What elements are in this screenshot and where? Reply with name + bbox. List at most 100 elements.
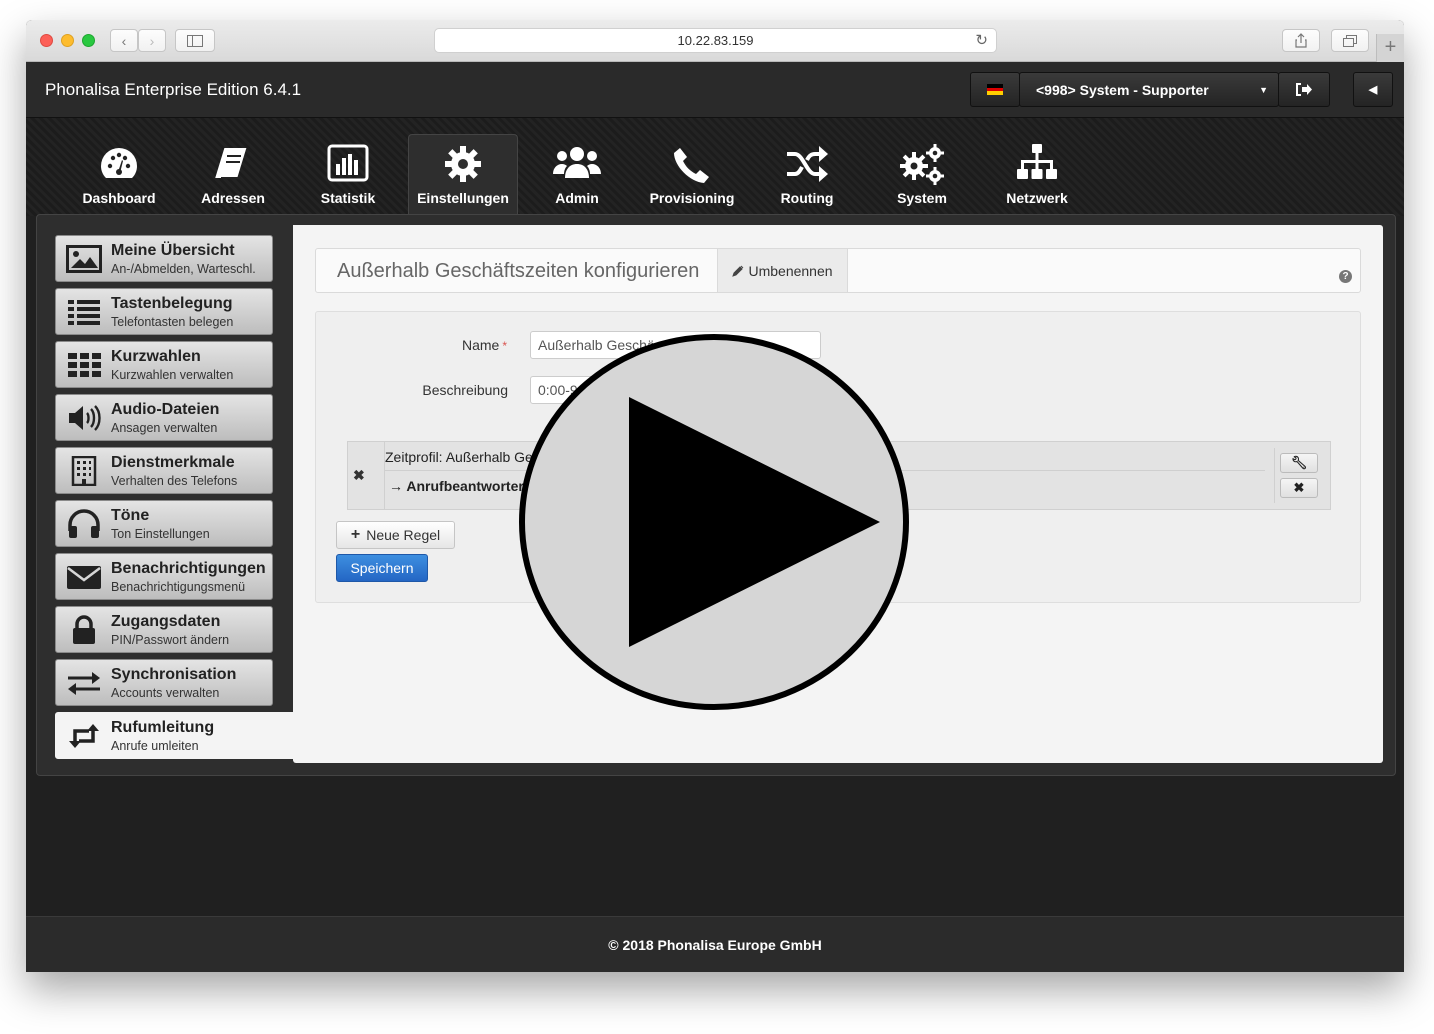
nav-label: Adressen xyxy=(201,190,265,206)
sidebar-item-title: Kurzwahlen xyxy=(111,348,201,365)
envelope-icon xyxy=(67,566,101,589)
nav-system[interactable]: System xyxy=(867,134,977,216)
sidebar-item-dienstmerkmale[interactable]: Dienstmerkmale Verhalten des Telefons xyxy=(55,447,273,494)
browser-toolbar: ‹ › 10.22.83.159 ↻ + xyxy=(26,20,1404,62)
sidebar-item-title: Töne xyxy=(111,507,150,524)
sidebar-item-kurzwahlen[interactable]: Kurzwahlen Kurzwahlen verwalten xyxy=(55,341,273,388)
rule-action: → Anrufbeantworter xyxy=(389,478,524,494)
language-button[interactable] xyxy=(970,72,1020,107)
description-label: Beschreibung xyxy=(422,382,508,398)
sidebar-item-toene[interactable]: Töne Ton Einstellungen xyxy=(55,500,273,547)
sidebar-item-title: Rufumleitung xyxy=(111,719,215,736)
retweet-icon xyxy=(69,724,99,748)
tabs-overview-button[interactable] xyxy=(1331,29,1369,52)
delete-rule-button[interactable]: ✖ xyxy=(1280,478,1318,498)
exchange-icon xyxy=(68,672,100,695)
sidebar-item-rufumleitung[interactable]: Rufumleitung Anrufe umleiten xyxy=(55,712,293,759)
dashboard-icon xyxy=(101,148,137,178)
sidebar-item-subtitle: PIN/Passwort ändern xyxy=(111,633,230,647)
reload-icon[interactable]: ↻ xyxy=(975,29,988,53)
zoom-window-button[interactable] xyxy=(82,34,95,47)
chevron-right-icon: › xyxy=(149,32,155,49)
sidebar-item-title: Benachrichtigungen xyxy=(111,560,266,577)
new-rule-label: Neue Regel xyxy=(366,527,441,543)
name-label-text: Name xyxy=(461,337,500,353)
help-icon[interactable]: ? xyxy=(1339,270,1352,283)
plus-icon: + xyxy=(1384,36,1397,58)
play-video-icon[interactable] xyxy=(517,333,911,711)
nav-netzwerk[interactable]: Netzwerk xyxy=(982,134,1092,216)
sidebar-item-title: Zugangsdaten xyxy=(111,613,221,630)
back-button[interactable]: ‹ xyxy=(110,29,138,52)
sidebar-item-meine-uebersicht[interactable]: Meine Übersicht An-/Abmelden, Warteschl. xyxy=(55,235,273,282)
logout-button[interactable] xyxy=(1278,72,1330,107)
sidebar-item-benachrichtigungen[interactable]: Benachrichtigungen Benachrichtigungsmenü xyxy=(55,553,273,600)
nav-label: Netzwerk xyxy=(1006,190,1068,206)
list-icon xyxy=(68,300,100,325)
speaker-icon xyxy=(69,405,101,431)
sidebar-item-subtitle: Benachrichtigungsmenü xyxy=(111,580,246,594)
caret-left-icon: ◀ xyxy=(1368,84,1378,96)
page-header: Außerhalb Geschäftszeiten konfigurieren … xyxy=(315,248,1361,293)
sidebar-item-subtitle: Accounts verwalten xyxy=(111,686,220,700)
rename-button[interactable]: Umbenennen xyxy=(717,249,848,292)
sidebar-toggle-button[interactable] xyxy=(175,29,215,52)
gears-icon xyxy=(900,144,944,185)
name-label: Name * xyxy=(337,337,507,353)
required-marker: * xyxy=(502,339,507,353)
nav-label: System xyxy=(897,190,947,206)
edit-rule-button[interactable]: 🔧︎ xyxy=(1280,453,1318,473)
nav-label: Statistik xyxy=(320,190,376,206)
chevron-left-icon: ‹ xyxy=(121,32,127,49)
users-icon xyxy=(553,147,601,178)
tabs-icon xyxy=(1343,34,1357,47)
headphones-icon xyxy=(68,509,100,538)
sidebar-item-audio-dateien[interactable]: Audio-Dateien Ansagen verwalten xyxy=(55,394,273,441)
nav-label: Routing xyxy=(780,190,834,206)
minimize-window-button[interactable] xyxy=(61,34,74,47)
nav-routing[interactable]: Routing xyxy=(752,134,862,216)
close-icon: ✖ xyxy=(1293,480,1305,495)
user-select-value: <998> System - Supporter xyxy=(1036,81,1209,98)
share-icon xyxy=(1295,33,1307,48)
nav-provisioning[interactable]: Provisioning xyxy=(637,134,747,216)
share-button[interactable] xyxy=(1282,29,1320,52)
plus-icon: + xyxy=(350,526,361,543)
main-nav: Dashboard Adressen Statistik Einstellung… xyxy=(26,118,1404,216)
new-rule-button[interactable]: + Neue Regel xyxy=(336,521,455,549)
caret-down-icon: ▼ xyxy=(1259,85,1268,95)
forward-button[interactable]: › xyxy=(138,29,166,52)
nav-adressen[interactable]: Adressen xyxy=(178,134,288,216)
sign-out-icon xyxy=(1296,83,1312,96)
collapse-button[interactable]: ◀ xyxy=(1353,72,1393,107)
sidebar-item-zugangsdaten[interactable]: Zugangsdaten PIN/Passwort ändern xyxy=(55,606,273,653)
url-text: 10.22.83.159 xyxy=(677,33,754,48)
footer: © 2018 Phonalisa Europe GmbH xyxy=(26,916,1404,972)
address-book-icon xyxy=(215,148,247,179)
nav-admin[interactable]: Admin xyxy=(522,134,632,216)
nav-label: Provisioning xyxy=(649,190,735,206)
new-tab-button[interactable]: + xyxy=(1376,34,1404,62)
close-window-button[interactable] xyxy=(40,34,53,47)
sitemap-icon xyxy=(1017,144,1057,179)
sidebar-item-subtitle: Telefontasten belegen xyxy=(111,315,234,329)
rule-separator xyxy=(1274,448,1275,503)
sidebar-item-tastenbelegung[interactable]: Tastenbelegung Telefontasten belegen xyxy=(55,288,273,335)
sidebar-item-title: Tastenbelegung xyxy=(111,295,233,312)
copyright-text: © 2018 Phonalisa Europe GmbH xyxy=(608,937,822,953)
picture-icon xyxy=(66,245,102,273)
sidebar-item-synchronisation[interactable]: Synchronisation Accounts verwalten xyxy=(55,659,273,706)
page-title: Außerhalb Geschäftszeiten konfigurieren xyxy=(337,260,700,282)
shuffle-icon xyxy=(787,146,828,182)
rule-action-text: Anrufbeantworter xyxy=(406,478,524,494)
nav-dashboard[interactable]: Dashboard xyxy=(64,134,174,216)
user-select[interactable]: <998> System - Supporter ▼ xyxy=(1019,72,1279,107)
gear-icon xyxy=(445,146,481,182)
pencil-icon xyxy=(732,265,744,277)
nav-einstellungen[interactable]: Einstellungen xyxy=(408,134,518,216)
expand-icon[interactable]: ✖ xyxy=(353,467,365,484)
sidebar-item-subtitle: Ansagen verwalten xyxy=(111,421,218,435)
address-bar[interactable]: 10.22.83.159 ↻ xyxy=(434,28,997,53)
nav-statistik[interactable]: Statistik xyxy=(293,134,403,216)
save-button[interactable]: Speichern xyxy=(336,554,428,582)
